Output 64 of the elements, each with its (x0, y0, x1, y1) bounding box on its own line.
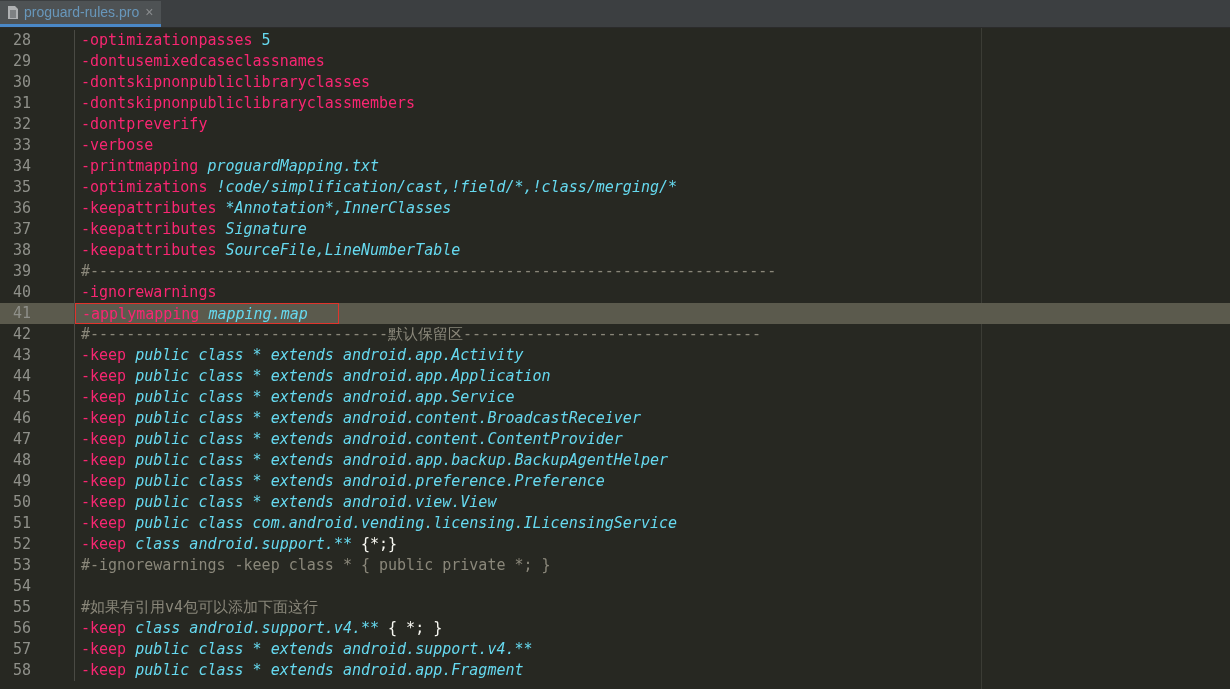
line-number: 45 (13, 387, 32, 409)
line-number: 52 (13, 534, 32, 556)
code-line: -keep public class * extends android.content.ContentProvider (80, 429, 624, 450)
code-line: -dontusemixedcaseclassnames (80, 51, 326, 72)
code-line: -keep class android.support.** {*;} (80, 534, 399, 555)
line-number: 42 (13, 324, 32, 346)
code-line: -printmapping proguardMapping.txt (80, 156, 381, 177)
code-line: #-ignorewarnings -keep class * { public private *; } (80, 555, 552, 576)
code-line: -keepattributes Signature (80, 219, 308, 240)
code-line: -dontskipnonpubliclibraryclassmembers (80, 93, 417, 114)
line-number: 46 (13, 408, 32, 430)
code-line: -dontskipnonpubliclibraryclasses (80, 72, 371, 93)
line-number: 56 (13, 618, 32, 640)
line-number: 50 (13, 492, 32, 514)
line-number: 57 (13, 639, 32, 661)
line-number: 31 (13, 93, 32, 115)
line-number: 40 (13, 282, 32, 304)
code-line: -keep public class com.android.vending.licensing.ILicensingService (80, 513, 679, 534)
code-line: #---------------------------------------------------------------------------- (80, 261, 778, 282)
line-number: 53 (13, 555, 32, 577)
code-line: -keep public class * extends android.support.v4.** (80, 639, 534, 660)
code-line: -keepattributes SourceFile,LineNumberTable (80, 240, 462, 261)
code-line: -keep public class * extends android.app.Fragment (80, 660, 525, 681)
code-line: -dontpreverify (80, 114, 209, 135)
line-number: 38 (13, 240, 32, 262)
line-number: 28 (13, 30, 32, 52)
code-line: -keep public class * extends android.content.BroadcastReceiver (80, 408, 642, 429)
code-line: -keep public class * extends android.app.Application (80, 366, 552, 387)
line-number: 34 (13, 156, 32, 178)
line-number: 54 (13, 576, 32, 598)
line-number: 41 (13, 303, 32, 325)
line-number: 37 (13, 219, 32, 241)
line-number: 58 (13, 660, 32, 682)
code-line: -keep public class * extends android.app.Activity (80, 345, 525, 366)
line-number: 36 (13, 198, 32, 220)
code-line: -keepattributes *Annotation*,InnerClasses (80, 198, 453, 219)
code-line: #如果有引用v4包可以添加下面这行 (80, 597, 320, 618)
code-line: -keep public class * extends android.preference.Preference (80, 471, 606, 492)
line-number: 33 (13, 135, 32, 157)
code-line: -optimizationpasses 5 (80, 30, 272, 51)
line-number: 47 (13, 429, 32, 451)
line-number: 30 (13, 72, 32, 94)
code-line: -keep class android.support.v4.** { *; } (80, 618, 444, 639)
code-line: -keep public class * extends android.app.Service (80, 387, 516, 408)
code-line: -verbose (80, 135, 155, 156)
line-number: 49 (13, 471, 32, 493)
code-line: -ignorewarnings (80, 282, 218, 303)
line-number: 55 (13, 597, 32, 619)
line-number: 44 (13, 366, 32, 388)
close-icon[interactable]: × (145, 2, 154, 23)
file-icon (8, 6, 18, 19)
code-line: -keep public class * extends android.view.View (80, 492, 498, 513)
line-number: 48 (13, 450, 32, 472)
code-line: #---------------------------------默认保留区--------------------------------- (80, 324, 763, 345)
file-tab[interactable]: proguard-rules.pro × (0, 1, 162, 27)
line-number: 32 (13, 114, 32, 136)
tab-label: proguard-rules.pro (24, 3, 140, 22)
code-line: -optimizations !code/simplification/cast,!field/*,!class/merging/* (80, 177, 679, 198)
code-line: -keep public class * extends android.app.backup.BackupAgentHelper (80, 450, 669, 471)
line-number: 39 (13, 261, 32, 283)
line-number: 29 (13, 51, 32, 73)
line-number: 35 (13, 177, 32, 199)
line-number: 43 (13, 345, 32, 367)
line-number: 51 (13, 513, 32, 535)
